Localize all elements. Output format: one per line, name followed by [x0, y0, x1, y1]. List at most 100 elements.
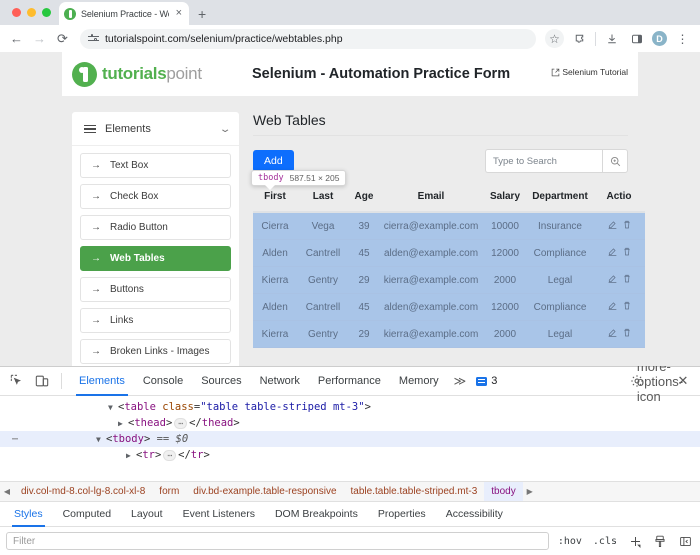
- edit-icon[interactable]: [608, 220, 617, 232]
- tab-accessibility[interactable]: Accessibility: [436, 502, 513, 527]
- breadcrumb-item-form[interactable]: form: [152, 481, 186, 502]
- column-header-email[interactable]: Email: [379, 187, 483, 212]
- tab-layout[interactable]: Layout: [121, 502, 173, 527]
- filter-input[interactable]: [6, 532, 549, 550]
- table-row[interactable]: Alden Cantrell 45 alden@example.com 1200…: [253, 294, 645, 321]
- extensions-icon[interactable]: [570, 29, 589, 48]
- back-icon[interactable]: ←: [8, 30, 25, 47]
- column-header-action[interactable]: Actio: [593, 187, 645, 212]
- sidebar-item-web-tables[interactable]: → Web Tables: [80, 246, 231, 271]
- delete-icon[interactable]: [623, 220, 631, 232]
- side-panel-icon[interactable]: [627, 29, 646, 48]
- edit-icon[interactable]: [608, 274, 617, 286]
- sidebar-item-label: Check Box: [110, 191, 158, 202]
- table-row[interactable]: Cierra Vega 39 cierra@example.com 10000 …: [253, 212, 645, 240]
- browser-tab[interactable]: Selenium Practice - Web Tabl ×: [59, 2, 189, 25]
- close-icon[interactable]: ×: [174, 8, 184, 19]
- tab-properties[interactable]: Properties: [368, 502, 436, 527]
- breadcrumb-item-tbody[interactable]: tbody: [484, 481, 522, 502]
- tab-event-listeners[interactable]: Event Listeners: [173, 502, 265, 527]
- chevron-down-icon[interactable]: ⌄: [219, 124, 232, 135]
- new-tab-button[interactable]: +: [198, 6, 206, 22]
- profile-avatar[interactable]: D: [652, 31, 667, 46]
- expand-ellipsis-icon[interactable]: ⋯: [163, 450, 176, 461]
- reload-icon[interactable]: ⟳: [54, 30, 71, 47]
- browser-menu-icon[interactable]: ⋮: [673, 29, 692, 48]
- sidebar-item-links[interactable]: → Links: [80, 308, 231, 333]
- collapse-twisty-icon[interactable]: ▶: [126, 451, 136, 460]
- edit-icon[interactable]: [608, 328, 617, 340]
- hov-button[interactable]: :hov: [556, 536, 584, 547]
- minimize-window-button[interactable]: [27, 8, 36, 17]
- site-logo[interactable]: tutorialspoint: [72, 62, 202, 87]
- expand-ellipsis-icon[interactable]: ⋯: [174, 418, 187, 429]
- download-icon[interactable]: [602, 29, 621, 48]
- sidebar-item-text-box[interactable]: → Text Box: [80, 153, 231, 178]
- expand-twisty-icon[interactable]: ▼: [96, 435, 106, 444]
- tab-computed[interactable]: Computed: [53, 502, 121, 527]
- bookmark-star-icon[interactable]: ☆: [545, 29, 564, 48]
- breadcrumb-item-table[interactable]: table.table.table-striped.mt-3: [344, 481, 485, 502]
- table-row[interactable]: Kierra Gentry 29 kierra@example.com 2000…: [253, 267, 645, 294]
- search-input[interactable]: [485, 149, 602, 173]
- column-header-first[interactable]: First: [253, 187, 297, 212]
- dom-node-table[interactable]: ▼ <table class="table table-striped mt-3…: [0, 399, 700, 415]
- tab-dom-breakpoints[interactable]: DOM Breakpoints: [265, 502, 368, 527]
- column-header-department[interactable]: Department: [527, 187, 593, 212]
- breadcrumb-prev-icon[interactable]: ◀: [0, 487, 14, 496]
- sidebar-item-radio-button[interactable]: → Radio Button: [80, 215, 231, 240]
- tab-styles[interactable]: Styles: [4, 502, 53, 527]
- dom-node-tbody[interactable]: ⋯ ▼ <tbody> == $0: [0, 431, 700, 447]
- cell-actions: [593, 240, 645, 267]
- forward-icon[interactable]: →: [31, 30, 48, 47]
- column-header-last[interactable]: Last: [297, 187, 349, 212]
- issues-badge[interactable]: 3: [472, 375, 501, 387]
- delete-icon[interactable]: [623, 301, 631, 313]
- tab-console[interactable]: Console: [134, 367, 192, 396]
- dom-attr-value: "table table-striped mt-3": [200, 401, 364, 413]
- dom-gutter-badge[interactable]: ⋯: [4, 434, 26, 445]
- table-row[interactable]: Kierra Gentry 29 kierra@example.com 2000…: [253, 321, 645, 348]
- expand-twisty-icon[interactable]: ▼: [108, 403, 118, 412]
- more-tabs-icon[interactable]: ≫: [448, 374, 473, 388]
- sidebar-item-broken-links-images[interactable]: → Broken Links - Images: [80, 339, 231, 364]
- sidebar-item-buttons[interactable]: → Buttons: [80, 277, 231, 302]
- breadcrumb-next-icon[interactable]: ▶: [523, 487, 537, 496]
- column-header-age[interactable]: Age: [349, 187, 379, 212]
- tune-icon[interactable]: [88, 33, 99, 44]
- breadcrumb-item-div-col[interactable]: div.col-md-8.col-lg-8.col-xl-8: [14, 481, 152, 502]
- search-icon[interactable]: [602, 149, 628, 173]
- panel-toggle-icon[interactable]: [676, 532, 694, 550]
- selenium-tutorial-link[interactable]: Selenium Tutorial: [551, 67, 628, 77]
- tab-memory[interactable]: Memory: [390, 367, 448, 396]
- close-window-button[interactable]: [12, 8, 21, 17]
- maximize-window-button[interactable]: [42, 8, 51, 17]
- tab-elements[interactable]: Elements: [70, 367, 134, 396]
- address-bar[interactable]: tutorialspoint.com/selenium/practice/web…: [80, 29, 536, 49]
- brush-icon[interactable]: [651, 532, 669, 550]
- cls-button[interactable]: .cls: [591, 536, 619, 547]
- edit-icon[interactable]: [608, 247, 617, 259]
- column-header-salary[interactable]: Salary: [483, 187, 527, 212]
- cell-salary: 10000: [483, 212, 527, 240]
- close-icon[interactable]: ✕: [672, 370, 694, 392]
- more-options-icon[interactable]: more-options-icon: [649, 370, 671, 392]
- add-button[interactable]: Add: [253, 150, 294, 172]
- tab-sources[interactable]: Sources: [192, 367, 250, 396]
- breadcrumb-item-div-bd-example[interactable]: div.bd-example.table-responsive: [186, 481, 343, 502]
- tab-performance[interactable]: Performance: [309, 367, 390, 396]
- inspect-element-icon[interactable]: [6, 370, 28, 392]
- table-row[interactable]: Alden Cantrell 45 alden@example.com 1200…: [253, 240, 645, 267]
- device-toolbar-icon[interactable]: [31, 370, 53, 392]
- delete-icon[interactable]: [623, 274, 631, 286]
- tab-network[interactable]: Network: [251, 367, 309, 396]
- dom-node-thead[interactable]: ▶ <thead>⋯</thead>: [0, 415, 700, 431]
- dom-node-tr[interactable]: ▶ <tr>⋯</tr>: [0, 447, 700, 463]
- delete-icon[interactable]: [623, 328, 631, 340]
- sidebar-header[interactable]: Elements ⌄: [72, 112, 239, 146]
- collapse-twisty-icon[interactable]: ▶: [118, 419, 128, 428]
- plus-icon[interactable]: [626, 532, 644, 550]
- delete-icon[interactable]: [623, 247, 631, 259]
- edit-icon[interactable]: [608, 301, 617, 313]
- sidebar-item-check-box[interactable]: → Check Box: [80, 184, 231, 209]
